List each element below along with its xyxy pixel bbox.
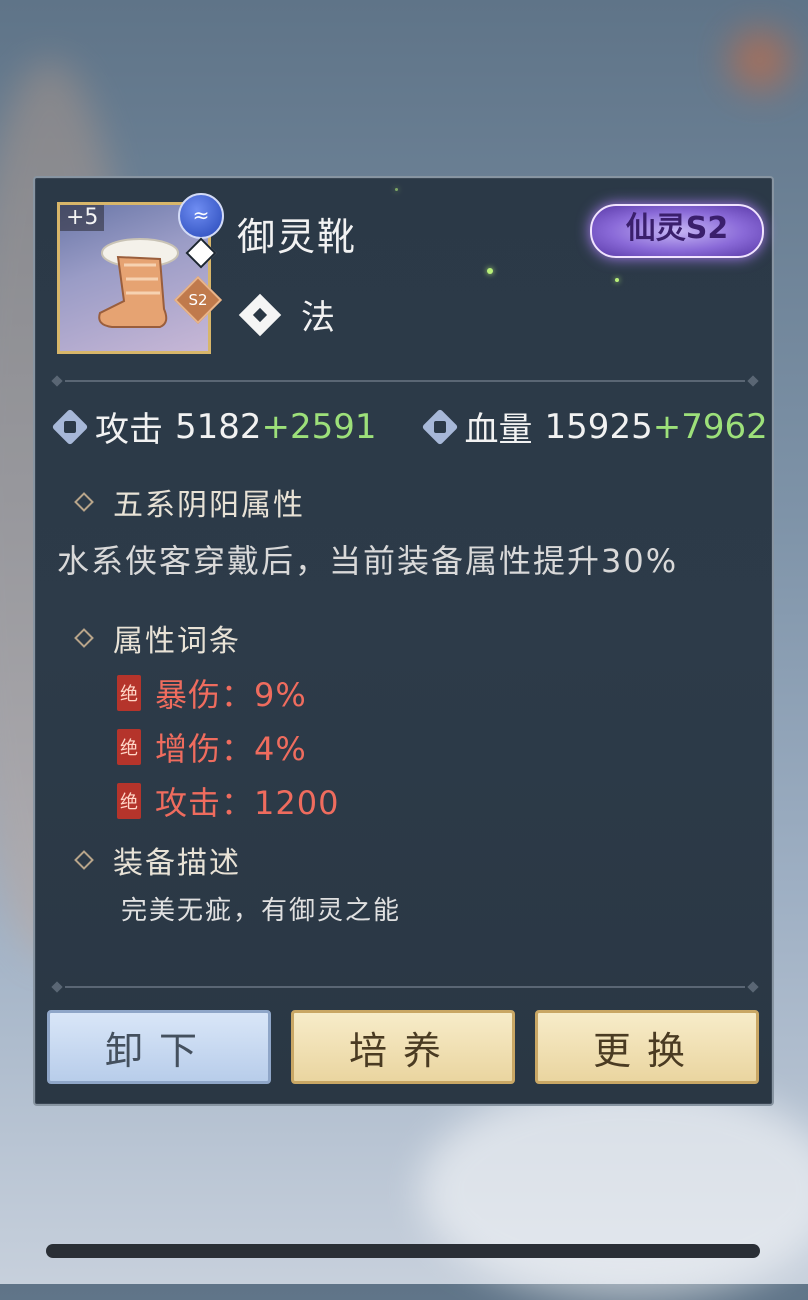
bullet-icon <box>74 492 94 512</box>
hp-label: 血量 <box>464 410 533 450</box>
upgrade-button[interactable]: 培养 <box>291 1010 515 1084</box>
grade-badge: 仙灵S2 <box>590 204 764 258</box>
background-lantern <box>730 30 790 90</box>
affix-section-header: 属性词条 <box>74 616 241 660</box>
unequip-button[interactable]: 卸下 <box>47 1010 271 1084</box>
bullet-icon <box>74 628 94 648</box>
attack-base: 5182 <box>175 406 262 447</box>
hp-base: 15925 <box>544 406 653 447</box>
background-cloud <box>420 1080 808 1300</box>
class-icon <box>238 293 282 336</box>
enhance-level-badge: +5 <box>60 205 105 231</box>
affix-text: 攻击：1200 <box>155 784 340 822</box>
divider <box>65 380 745 382</box>
water-element-icon: ≈ <box>178 193 224 239</box>
description-section-title: 装备描述 <box>113 846 241 881</box>
home-indicator[interactable] <box>46 1244 760 1258</box>
flavor-text: 完美无疵，有御灵之能 <box>121 896 402 926</box>
attack-label: 攻击 <box>95 410 163 450</box>
class-row: 法 <box>238 290 335 339</box>
affix-text: 暴伤：9% <box>155 676 307 714</box>
sparkle <box>615 278 619 282</box>
item-name: 御灵靴 <box>237 215 358 259</box>
equipment-detail-panel: +5 ≈ S2 御灵靴 仙灵S2 法 攻击 5182+2591 血量 15925… <box>33 176 774 1106</box>
heart-icon <box>421 408 458 445</box>
attack-bonus: +2591 <box>261 406 377 447</box>
element-section-title: 五系阴阳属性 <box>113 488 305 523</box>
stats-row: 攻击 5182+2591 血量 15925+7962 <box>51 402 768 451</box>
attack-stat: 攻击 5182+2591 <box>51 402 377 451</box>
sparkle <box>395 188 398 191</box>
affix-tag: 绝 <box>117 729 141 765</box>
element-section-header: 五系阴阳属性 <box>74 480 305 524</box>
boot-icon <box>98 238 179 328</box>
hp-stat: 血量 15925+7962 <box>421 402 768 451</box>
affix-row: 绝 增伤：4% <box>117 724 307 770</box>
affix-tag: 绝 <box>117 783 141 819</box>
sparkle <box>487 268 493 274</box>
affix-row: 绝 攻击：1200 <box>117 778 339 824</box>
divider <box>65 986 745 988</box>
replace-button[interactable]: 更换 <box>535 1010 759 1084</box>
affix-tag: 绝 <box>117 675 141 711</box>
class-label: 法 <box>301 298 335 338</box>
affix-text: 增伤：4% <box>155 730 307 768</box>
hp-bonus: +7962 <box>652 406 768 447</box>
affix-section-title: 属性词条 <box>113 624 241 659</box>
description-section-header: 装备描述 <box>74 838 241 882</box>
affix-row: 绝 暴伤：9% <box>117 670 307 716</box>
attack-icon <box>51 408 89 445</box>
bullet-icon <box>74 850 94 870</box>
element-description: 水系侠客穿戴后，当前装备属性提升30% <box>57 542 679 580</box>
